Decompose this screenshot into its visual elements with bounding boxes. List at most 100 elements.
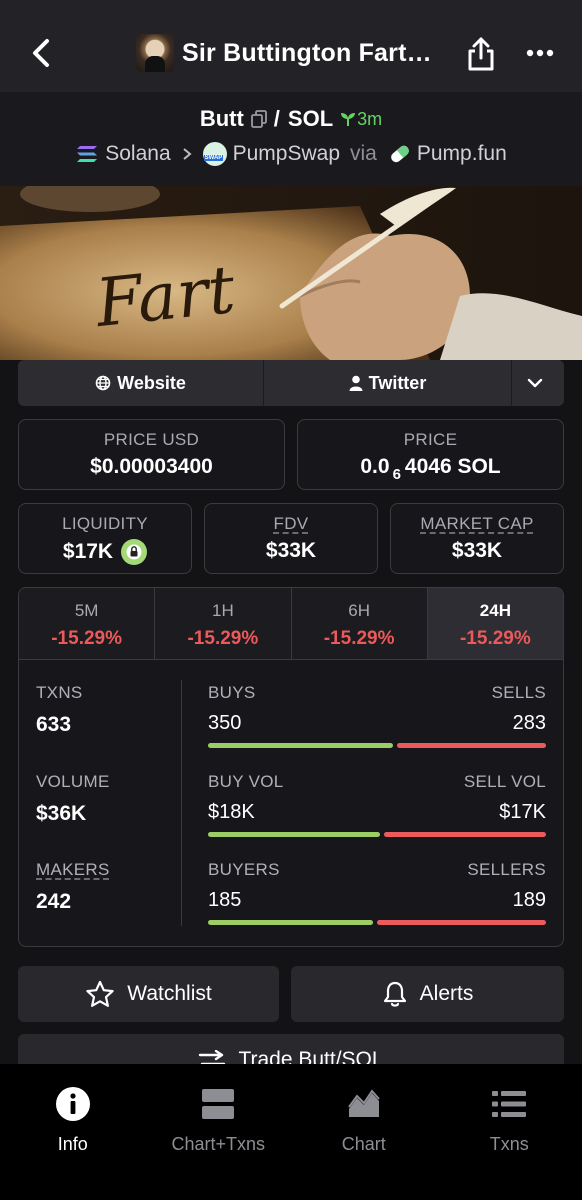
pair-info: Butt / SOL 3m Solana PumpSwap via	[0, 92, 582, 186]
tab-1h[interactable]: 1H -15.29%	[155, 588, 292, 659]
buyers-bar-fill	[208, 920, 373, 925]
alerts-button[interactable]: Alerts	[291, 966, 564, 1022]
area-chart-icon	[347, 1089, 380, 1117]
makers-bar	[208, 920, 546, 925]
trading-stats-panel: 5M -15.29% 1H -15.29% 6H -15.29% 24H -15…	[18, 587, 564, 947]
buy-vol-bar-fill	[208, 832, 380, 837]
chain-name[interactable]: Solana	[105, 142, 170, 166]
chevron-left-icon[interactable]	[28, 36, 54, 70]
watchlist-button[interactable]: Watchlist	[18, 966, 279, 1022]
launchpad-name[interactable]: Pump.fun	[417, 142, 507, 166]
dex-name[interactable]: PumpSwap	[233, 142, 340, 166]
pill-icon	[391, 145, 409, 163]
volume-bar	[208, 832, 546, 837]
twitter-button[interactable]: Twitter	[264, 360, 512, 406]
price-sol-box: PRICE 0.0 6 4046 SOL	[297, 419, 564, 490]
pair-separator: /	[273, 106, 280, 131]
chevron-down-icon	[527, 378, 543, 388]
list-icon	[492, 1091, 527, 1117]
via-label: via	[350, 142, 377, 165]
buys-bar-fill	[208, 743, 393, 748]
pumpswap-icon	[202, 142, 227, 166]
tab-label: 5M	[74, 601, 99, 620]
more-links-button[interactable]	[512, 360, 564, 406]
watchlist-label: Watchlist	[127, 982, 212, 1005]
alerts-label: Alerts	[419, 982, 474, 1005]
sells-label: SELLS	[491, 683, 546, 702]
info-icon	[55, 1087, 90, 1121]
volume-metric: VOLUME $36K	[36, 772, 110, 826]
liquidity-label: LIQUIDITY	[62, 514, 148, 533]
buy-vol-value: $18K	[208, 801, 255, 823]
chevron-right-icon	[182, 148, 192, 160]
price-usd-box: PRICE USD $0.00003400	[18, 419, 285, 490]
top-bar: Sir Buttington Fart…	[0, 0, 582, 92]
banner-text: Fart	[92, 250, 239, 343]
txns-metric: TXNS 633	[36, 683, 83, 737]
market-cap-label[interactable]: MARKET CAP	[391, 514, 563, 534]
price-sol-zero-count: 6	[392, 465, 401, 483]
nav-chart-txns[interactable]: Chart+Txns	[146, 1064, 292, 1200]
price-sol-prefix: 0.0	[360, 455, 390, 478]
price-sol-rest: 4046 SOL	[404, 455, 501, 478]
timeframe-tabs: 5M -15.29% 1H -15.29% 6H -15.29% 24H -15…	[19, 588, 563, 660]
tab-label: 1H	[212, 601, 234, 620]
sell-vol-bar-fill	[384, 832, 546, 837]
sellers-label: SELLERS	[467, 860, 546, 879]
tab-5m[interactable]: 5M -15.29%	[19, 588, 156, 659]
buyers-value: 185	[208, 889, 242, 911]
sells-value: 283	[512, 712, 546, 734]
token-title-group: Sir Buttington Fart…	[136, 34, 432, 72]
token-banner-image: Fart	[0, 186, 582, 360]
pair-route-row: Solana PumpSwap via Pump.fun	[0, 142, 582, 166]
website-label: Website	[117, 372, 186, 393]
bell-icon	[383, 981, 406, 1007]
fdv-label[interactable]: FDV	[205, 514, 377, 534]
buys-label: BUYS	[208, 683, 256, 702]
price-sol-value: 0.0 6 4046 SOL	[298, 455, 563, 483]
market-cap-value: $33K	[451, 539, 503, 562]
sprout-icon	[341, 113, 356, 126]
price-usd-label: PRICE USD	[103, 430, 200, 449]
liquidity-box: LIQUIDITY $17K	[18, 503, 192, 574]
buys-value: 350	[208, 712, 242, 734]
nav-chart[interactable]: Chart	[291, 1064, 437, 1200]
globe-icon	[95, 375, 111, 391]
star-icon	[86, 980, 114, 1007]
twitter-label: Twitter	[368, 372, 427, 393]
lock-icon[interactable]	[121, 539, 148, 565]
more-dots-icon[interactable]	[526, 49, 554, 57]
nav-label: Info	[57, 1134, 88, 1154]
website-button[interactable]: Website	[18, 360, 264, 406]
buys-sells-split: BUYS SELLS 350 283	[208, 683, 546, 748]
tab-change: -15.29%	[323, 628, 395, 649]
quote-symbol: SOL	[287, 106, 334, 131]
makers-label[interactable]: MAKERS	[36, 860, 110, 880]
bottom-nav: Info Chart+Txns Chart Txns	[0, 1064, 582, 1200]
volume-label: VOLUME	[36, 772, 110, 791]
price-sol-label: PRICE	[403, 430, 458, 449]
column-divider	[181, 680, 182, 926]
sellers-value: 189	[512, 889, 546, 911]
banner-artwork	[0, 186, 582, 360]
nav-label: Chart	[341, 1134, 386, 1154]
pair-age-value: 3m	[357, 108, 383, 129]
liquidity-value: $17K	[62, 540, 114, 563]
makers-split: BUYERS SELLERS 185 189	[208, 860, 546, 925]
tab-24h[interactable]: 24H -15.29%	[427, 588, 563, 659]
share-icon[interactable]	[466, 36, 496, 72]
copy-icon[interactable]	[250, 109, 268, 129]
nav-txns[interactable]: Txns	[437, 1064, 582, 1200]
nav-info[interactable]: Info	[0, 1064, 146, 1200]
buys-sells-bar	[208, 743, 546, 748]
tab-6h[interactable]: 6H -15.29%	[291, 588, 428, 659]
token-title: Sir Buttington Fart…	[182, 38, 432, 67]
tab-label: 6H	[348, 601, 370, 620]
makers-metric: MAKERS 242	[36, 860, 110, 914]
user-icon	[349, 375, 363, 391]
solana-icon	[77, 146, 98, 162]
market-cap-box: MARKET CAP $33K	[390, 503, 564, 574]
sell-vol-label: SELL VOL	[463, 772, 546, 791]
token-avatar	[136, 34, 174, 72]
pair-age: 3m	[339, 109, 382, 130]
